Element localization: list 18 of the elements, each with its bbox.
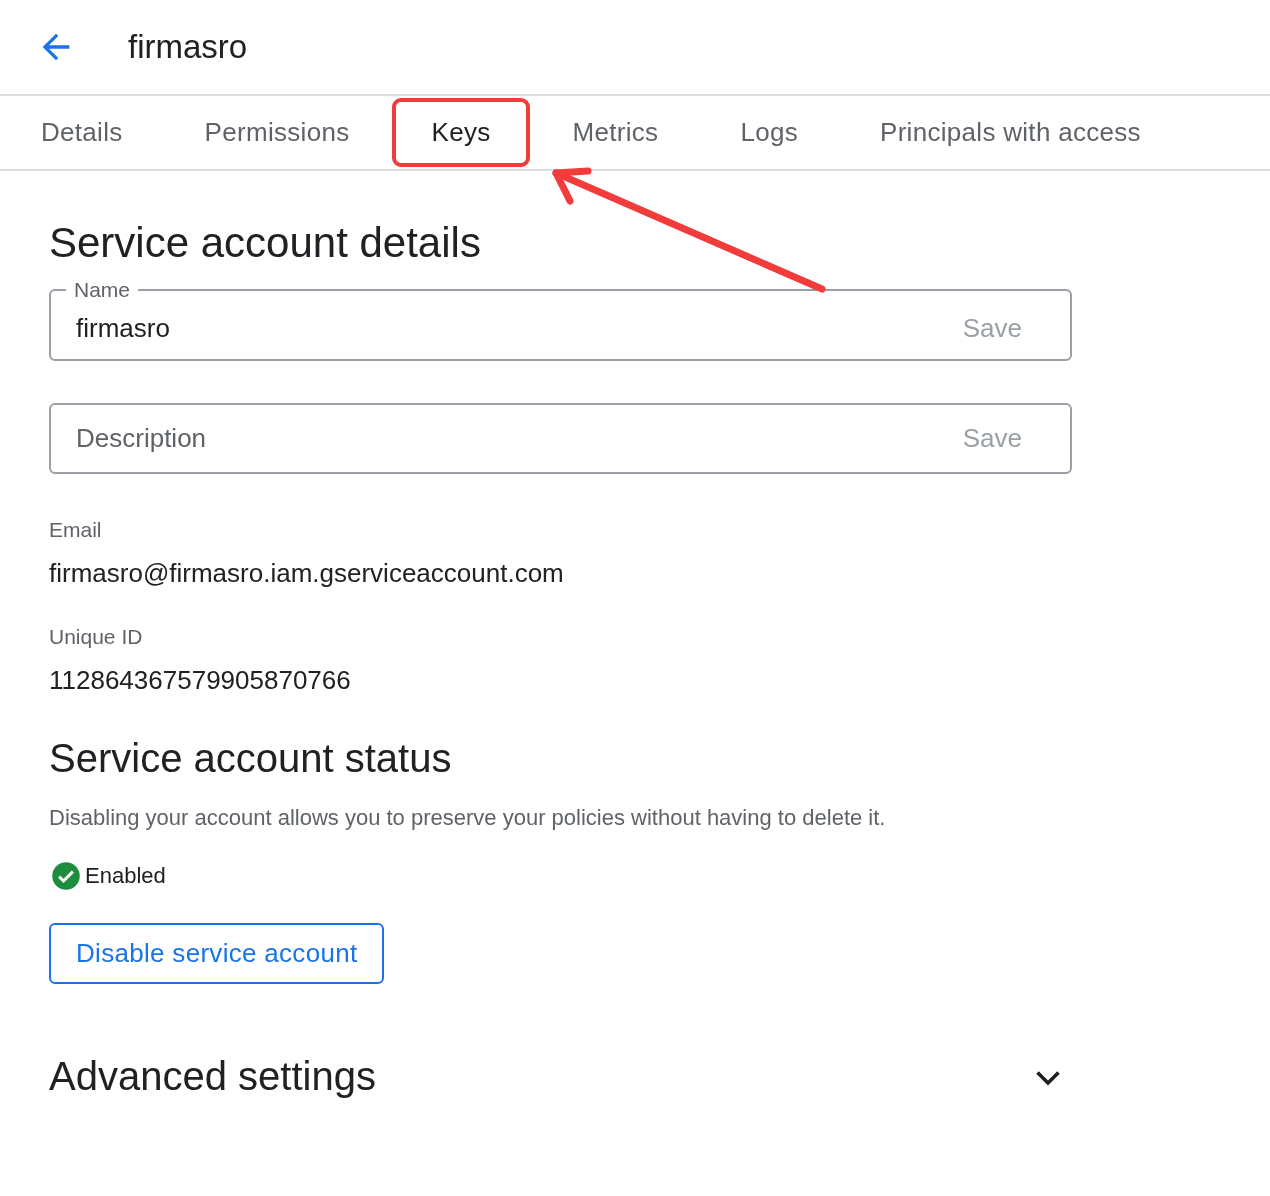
status-text: Enabled: [85, 863, 166, 889]
info-value: firmasro@firmasro.iam.gserviceaccount.com: [49, 558, 565, 589]
page-title: firmasro: [128, 28, 248, 66]
tab[interactable]: Logs: [707, 107, 831, 158]
tab[interactable]: Keys: [398, 107, 524, 158]
info-value: 112864367579905870766: [49, 665, 352, 696]
status-description: Disabling your account allows you to preserve your policies without having to delete it.: [49, 805, 887, 831]
tab[interactable]: Metrics: [539, 107, 692, 158]
tab[interactable]: Principals with access: [847, 107, 1174, 158]
tab[interactable]: Permissions: [171, 107, 383, 158]
disable-button[interactable]: Disable service account: [49, 923, 385, 984]
info-label: Email: [49, 518, 103, 542]
section-heading: Service account status: [49, 736, 453, 781]
tab[interactable]: Details: [41, 107, 156, 158]
field-label: Name: [73, 277, 132, 303]
info-label: Unique ID: [49, 625, 144, 649]
section-heading: Service account details: [49, 219, 482, 267]
section-heading: Advanced settings: [49, 1054, 376, 1099]
